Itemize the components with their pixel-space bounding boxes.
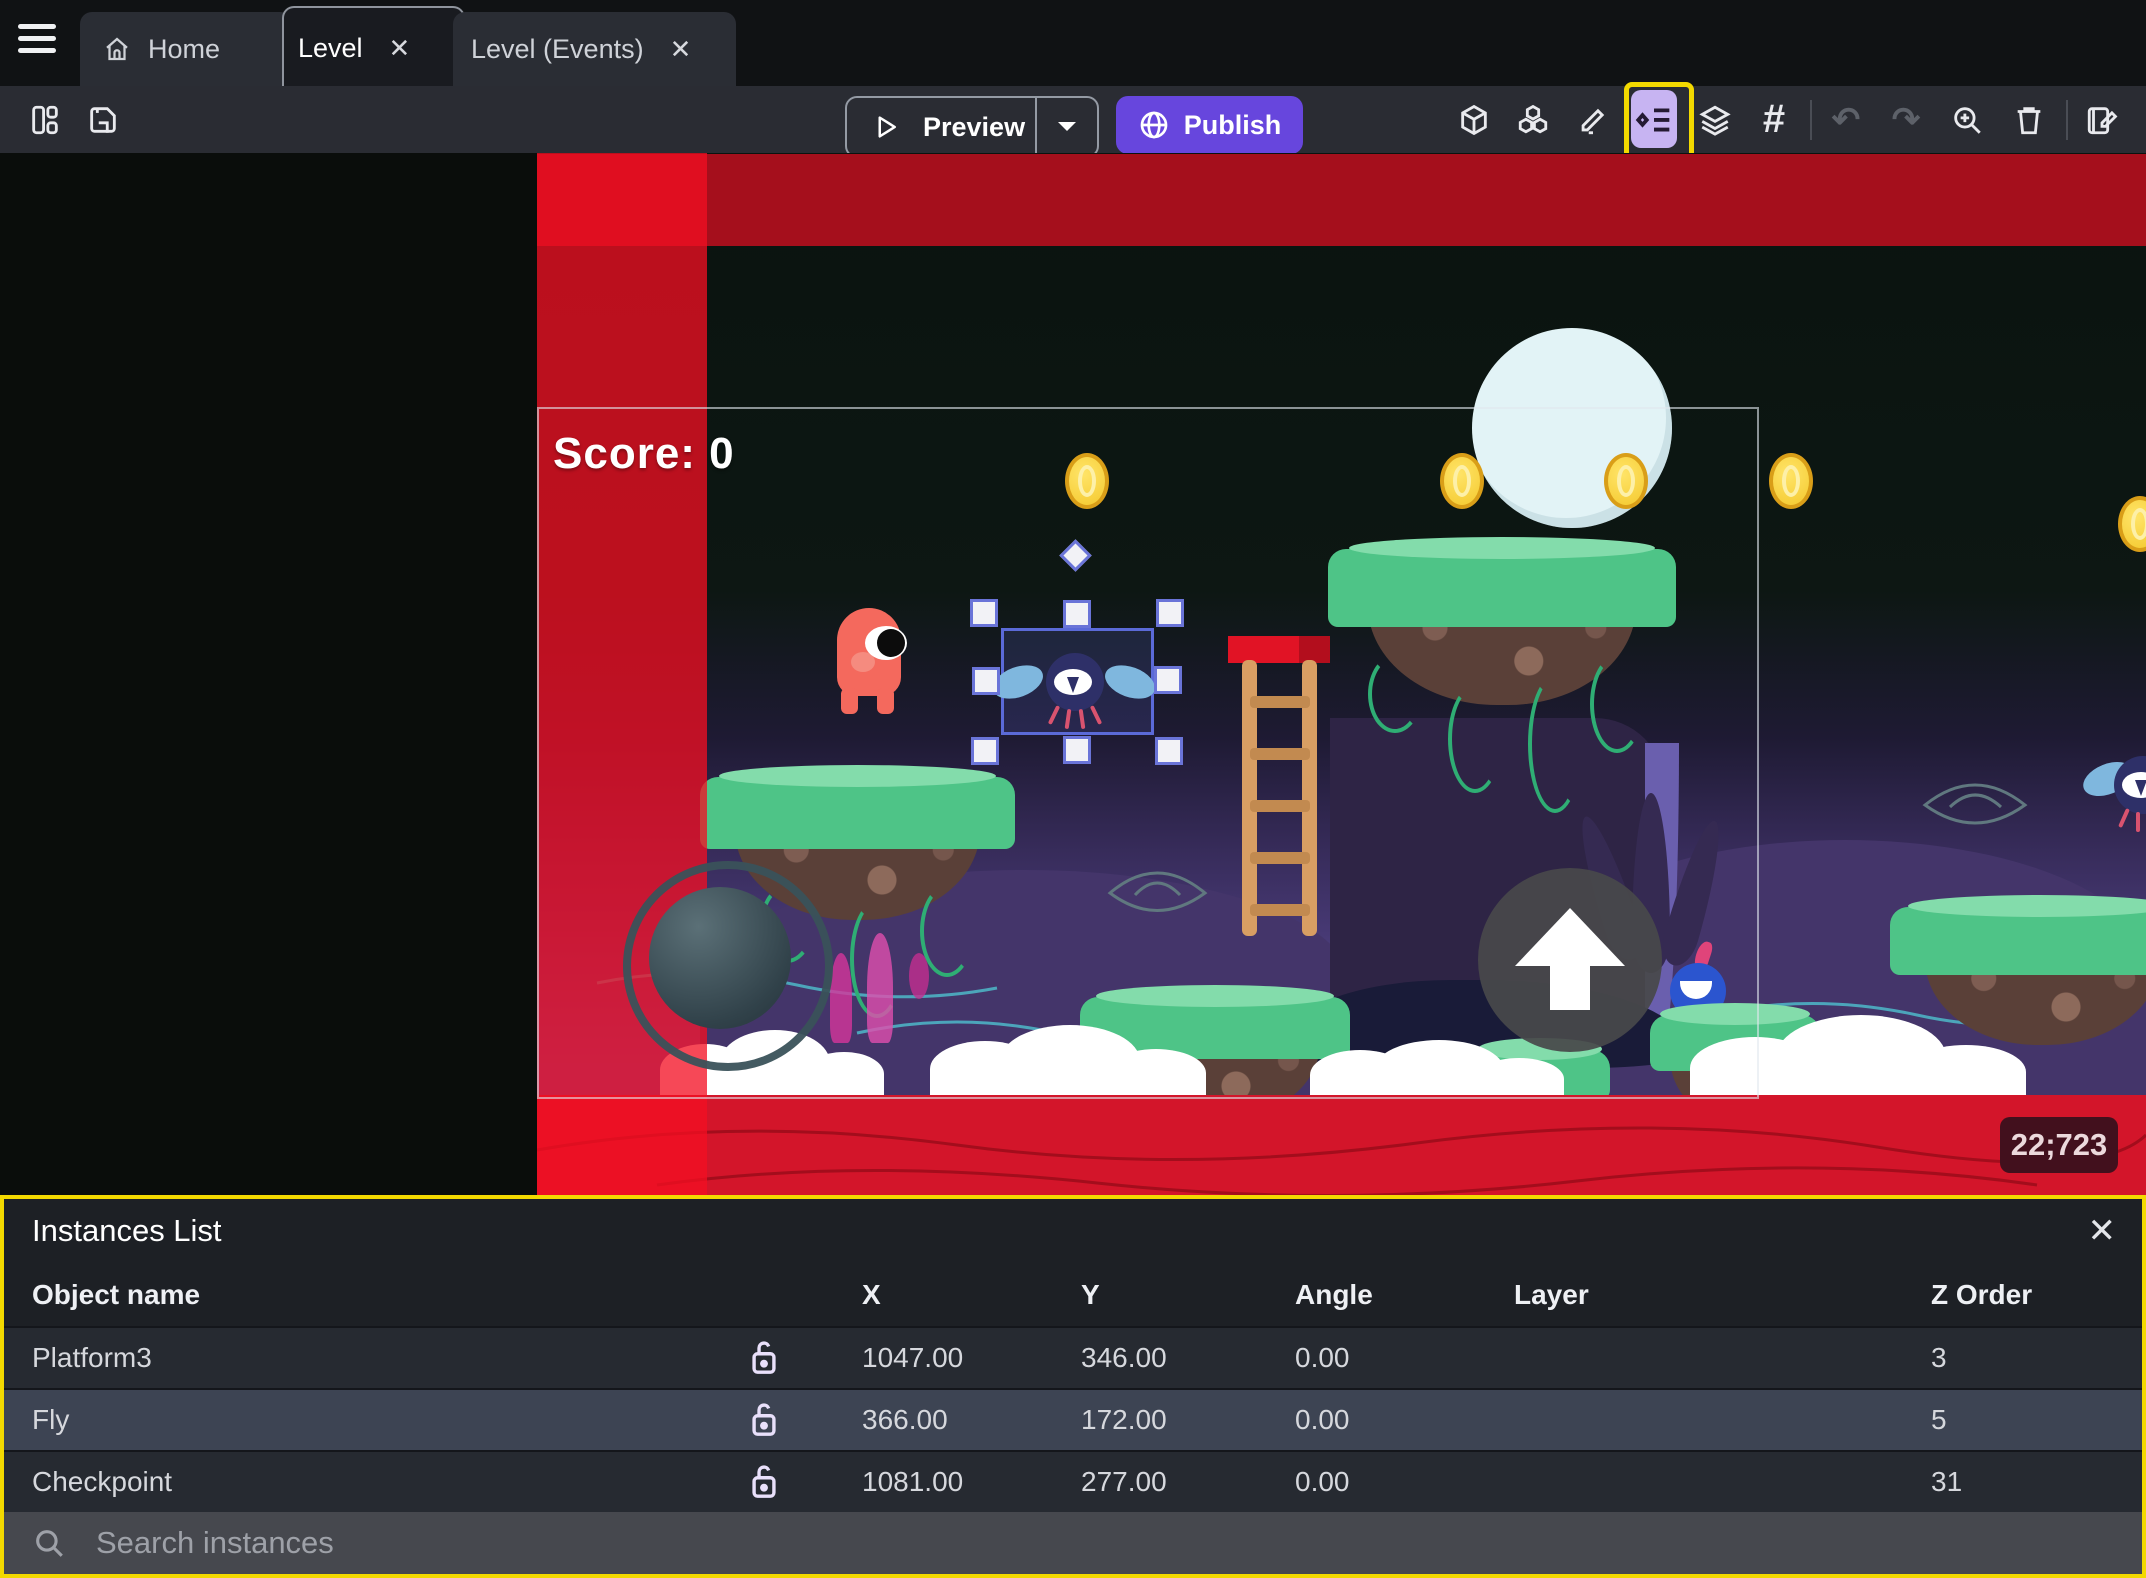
objects-group-icon[interactable] (1514, 86, 1552, 153)
column-z-order: Z Order (1931, 1278, 2033, 1310)
grid-icon[interactable]: # (1755, 86, 1793, 153)
search-bar (4, 1512, 2142, 1574)
app-window: Home Level ✕ Level (Events) ✕ Preview Pu… (0, 0, 2146, 1578)
tab-level-events-close-icon[interactable]: ✕ (670, 34, 692, 65)
toolbar-divider (1810, 100, 1812, 140)
resize-handle[interactable] (1063, 600, 1091, 628)
instances-list-icon[interactable] (1631, 90, 1677, 148)
joystick-control[interactable] (623, 861, 833, 1071)
resize-handle[interactable] (970, 599, 998, 627)
layers-icon[interactable] (1696, 86, 1734, 153)
resize-handle[interactable] (972, 667, 1000, 695)
edit-pencil-icon[interactable] (1574, 86, 1612, 153)
instances-table-header: Object name X Y Angle Layer Z Order (4, 1263, 2142, 1326)
tab-level-active[interactable]: Level ✕ (282, 6, 465, 88)
table-row-checkpoint[interactable]: Checkpoint 1081.00 277.00 0.00 31 (4, 1450, 2142, 1512)
resize-handle[interactable] (1154, 666, 1182, 694)
table-row-platform3[interactable]: Platform3 1047.00 346.00 0.00 3 (4, 1326, 2142, 1388)
red-ground-lines (537, 1126, 2146, 1195)
publish-label: Publish (1183, 109, 1282, 140)
red-top-band (537, 154, 2146, 246)
cursor-coordinates-badge: 22;723 (2000, 1117, 2118, 1173)
redo-icon[interactable]: ↷ (1887, 86, 1925, 153)
scene-properties-icon[interactable] (2083, 86, 2121, 153)
zoom-in-icon[interactable] (1948, 86, 1986, 153)
tab-level-close-icon[interactable]: ✕ (389, 33, 411, 64)
preview-button[interactable]: Preview (845, 96, 1099, 158)
panels-layout-icon[interactable] (26, 86, 64, 153)
table-row-fly[interactable]: Fly 366.00 172.00 0.00 5 (4, 1388, 2142, 1450)
scene-editor-canvas[interactable]: Score: 0 22;723 (0, 153, 2146, 1195)
panel-close-icon[interactable]: ✕ (2088, 1211, 2117, 1251)
home-icon (102, 34, 132, 64)
tab-home[interactable]: Home (80, 12, 292, 86)
preview-label: Preview (923, 111, 1026, 142)
tab-home-label: Home (148, 33, 221, 64)
column-angle: Angle (1295, 1278, 1373, 1310)
resize-handle[interactable] (1156, 599, 1184, 627)
undo-icon[interactable]: ↶ (1827, 86, 1865, 153)
play-icon (871, 112, 901, 142)
tab-bar: Home Level ✕ Level (Events) ✕ (0, 0, 2146, 88)
add-object-icon[interactable] (1455, 86, 1493, 153)
fly-sprite[interactable] (2078, 746, 2146, 836)
tab-level-events-label: Level (Events) (471, 33, 644, 64)
resize-handle[interactable] (971, 737, 999, 765)
tab-level-label: Level (298, 32, 363, 63)
column-layer: Layer (1514, 1278, 1589, 1310)
score-text: Score: 0 (553, 429, 735, 478)
chevron-down-icon (1058, 122, 1076, 131)
save-icon[interactable] (84, 86, 122, 153)
column-y: Y (1081, 1278, 1100, 1310)
game-scene[interactable]: Score: 0 22;723 (537, 153, 2146, 1195)
panel-title: Instances List (32, 1213, 222, 1248)
publish-button[interactable]: Publish (1116, 96, 1303, 154)
instances-list-panel: Instances List ✕ Object name X Y Angle L… (0, 1195, 2146, 1578)
trash-icon[interactable] (2010, 86, 2048, 153)
preview-dropdown-button[interactable] (1035, 98, 1097, 156)
search-icon (32, 1526, 66, 1560)
column-x: X (862, 1278, 881, 1310)
resize-handle[interactable] (1063, 736, 1091, 764)
toolbar-divider (2066, 100, 2068, 140)
menu-hamburger-icon[interactable] (18, 24, 56, 60)
editor-toolbar: Preview Publish # ↶ ↷ (0, 82, 2146, 166)
globe-icon (1138, 109, 1170, 141)
unlock-icon[interactable] (747, 1400, 781, 1440)
search-instances-input[interactable] (94, 1524, 1698, 1562)
selection-box[interactable] (988, 628, 1160, 735)
tab-level-events[interactable]: Level (Events) ✕ (453, 12, 736, 86)
resize-handle[interactable] (1155, 737, 1183, 765)
jump-button[interactable] (1478, 868, 1662, 1052)
unlock-icon[interactable] (747, 1462, 781, 1502)
unlock-icon[interactable] (747, 1338, 781, 1378)
column-object-name: Object name (32, 1278, 201, 1310)
